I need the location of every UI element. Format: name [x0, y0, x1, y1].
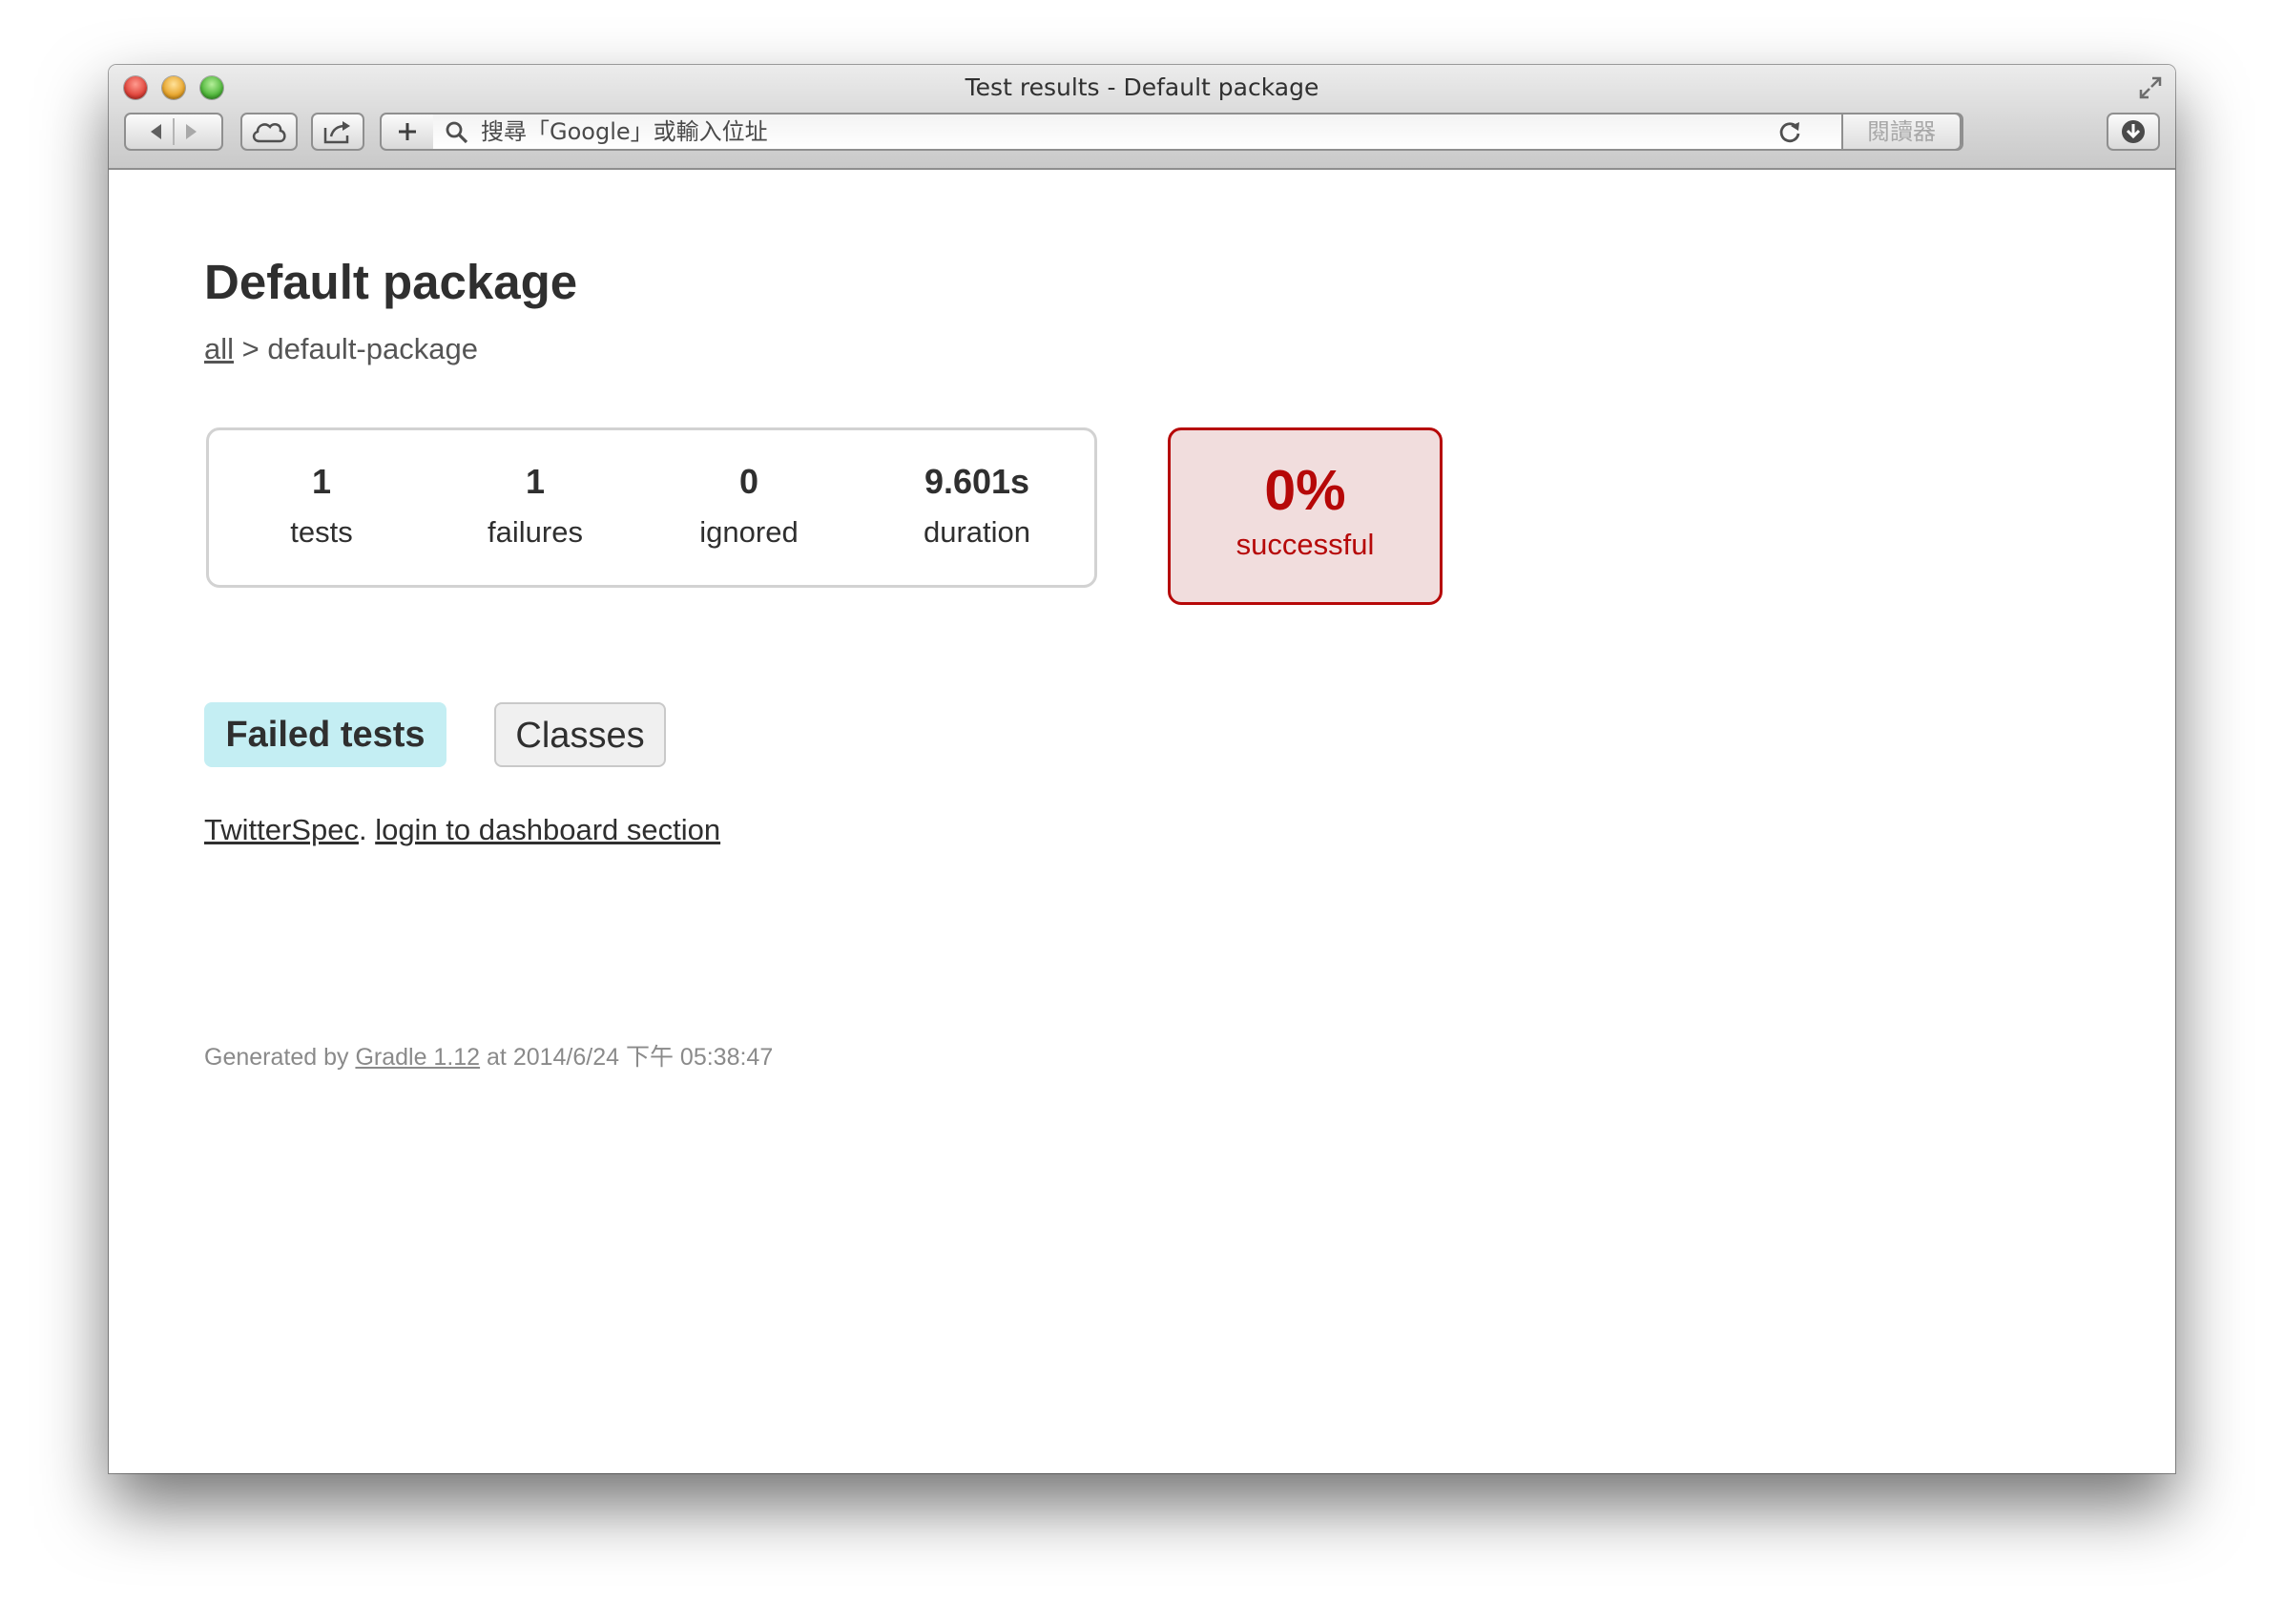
breadcrumb-current: default-package: [267, 332, 478, 365]
tests-count: 1: [311, 462, 332, 501]
address-bar: 閱讀器: [433, 113, 1963, 151]
success-rate-label: successful: [1235, 528, 1375, 561]
duration-counter: 9.601s duration: [882, 459, 1072, 560]
failed-test-separator: .: [358, 813, 376, 846]
browser-window: Test results - Default package 搜尋「Google…: [109, 65, 2175, 1473]
ignored-label: ignored: [699, 515, 799, 549]
breadcrumb-link-all[interactable]: all: [204, 332, 234, 365]
reader-button[interactable]: 閱讀器: [1841, 113, 1962, 151]
add-bookmark-button[interactable]: [380, 113, 435, 151]
nav-divider: [173, 118, 175, 145]
tab-failed-tests[interactable]: Failed tests: [204, 702, 446, 767]
ignored-counter: 0 ignored: [654, 459, 844, 560]
desktop-background: Test results - Default package 搜尋「Google…: [0, 0, 2284, 1624]
tab-classes[interactable]: Classes: [494, 702, 666, 767]
tests-label: tests: [290, 515, 353, 549]
ignored-count: 0: [738, 462, 759, 501]
summary-box: 1 tests 1 failures 0 ignored 9.601s dura…: [206, 427, 1097, 588]
failures-count: 1: [525, 462, 546, 501]
magnifier-icon: [445, 120, 469, 150]
back-forward-group: [124, 113, 223, 151]
failed-test-class-link[interactable]: TwitterSpec: [204, 813, 359, 846]
window-title: Test results - Default package: [965, 73, 1319, 101]
page-title: Default package: [204, 255, 578, 309]
failures-counter: 1 failures: [440, 459, 631, 560]
breadcrumb: all > default-package: [204, 330, 478, 368]
share-button[interactable]: [311, 113, 364, 151]
download-icon: [2119, 117, 2148, 146]
failed-test-item: TwitterSpec. login to dashboard section: [204, 811, 720, 849]
browser-chrome: Test results - Default package 搜尋「Google…: [109, 65, 2175, 170]
duration-label: duration: [923, 515, 1031, 549]
page-content: Default package all > default-package 1 …: [109, 170, 2175, 1473]
failed-test-name-link[interactable]: login to dashboard section: [375, 813, 720, 846]
gradle-link[interactable]: Gradle 1.12: [355, 1044, 480, 1071]
success-rate-value: 0%: [1264, 459, 1346, 522]
footer-timestamp: at 2014/6/24 下午 05:38:47: [480, 1044, 774, 1071]
forward-arrow-icon[interactable]: [180, 121, 201, 142]
reload-icon[interactable]: [1776, 118, 1803, 150]
back-arrow-icon[interactable]: [146, 121, 167, 142]
fullscreen-arrows-icon[interactable]: [2137, 74, 2164, 101]
failures-label: failures: [488, 515, 583, 549]
duration-value: 9.601s: [924, 462, 1030, 501]
share-icon: [322, 118, 354, 145]
breadcrumb-separator: >: [234, 332, 268, 365]
icloud-tabs-icon: [250, 119, 288, 144]
footer-prefix: Generated by: [204, 1044, 356, 1071]
icloud-tabs-button[interactable]: [240, 113, 298, 151]
tests-counter: 1 tests: [226, 459, 417, 560]
address-input[interactable]: [481, 115, 1855, 149]
plus-icon: [396, 120, 419, 143]
success-rate-box: 0% successful: [1168, 427, 1443, 605]
downloads-button[interactable]: [2107, 113, 2160, 151]
generated-by-footer: Generated by Gradle 1.12 at 2014/6/24 下午…: [204, 1042, 773, 1072]
